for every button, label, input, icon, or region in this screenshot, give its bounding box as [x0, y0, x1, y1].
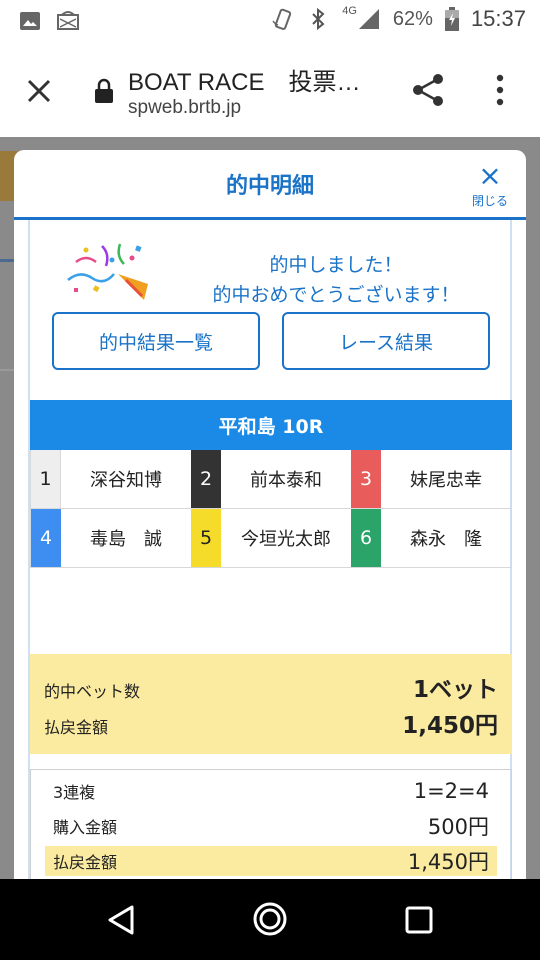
page-title[interactable]: BOAT RACE 投票…: [128, 62, 360, 97]
party-popper-icon: [67, 243, 148, 300]
battery-percent: 62%: [392, 7, 433, 30]
racer-cell: 3 妹尾忠幸: [351, 450, 511, 508]
back-icon[interactable]: [104, 903, 138, 937]
racer-name: 今垣光太郎: [241, 529, 331, 550]
detail-row: 購入金額 500円: [45, 811, 497, 841]
lane-number: 1: [31, 450, 61, 508]
url-host[interactable]: spweb.brtb.jp: [128, 97, 241, 119]
modal-close-button[interactable]: × 閉じる: [466, 162, 514, 209]
racer-name: 深谷知博: [90, 470, 162, 491]
congrats-line: 的中おめでとうございます！: [212, 284, 460, 306]
racer-row: 4 毒島 誠 5 今垣光太郎 6 森永 隆: [31, 509, 511, 568]
racer-name: 妹尾忠幸: [410, 470, 482, 491]
lane-number: 5: [191, 509, 221, 567]
hit-results-list-button[interactable]: 的中結果一覧: [52, 312, 260, 370]
hit-bets-label: 的中ベット数: [44, 682, 141, 701]
bet-combination: 1=2=4: [413, 779, 489, 803]
detail-payout-label: 払戻金額: [53, 853, 118, 872]
home-icon[interactable]: [252, 901, 288, 937]
close-label: 閉じる: [471, 194, 508, 208]
purchase-value: 500円: [427, 815, 489, 839]
clock: 15:37: [470, 6, 526, 31]
battery-charging-icon: [444, 7, 459, 31]
lane-number: 3: [351, 450, 381, 508]
race-results-button[interactable]: レース結果: [282, 312, 490, 370]
hit-bets-value: 1ベット: [412, 677, 498, 703]
summary-row: 的中ベット数 1ベット: [44, 670, 498, 704]
detail-row: 払戻金額 1,450円: [45, 846, 497, 876]
lock-icon: [95, 78, 113, 103]
detail-payout-value: 1,450円: [407, 850, 489, 874]
vibrate-icon: [272, 8, 292, 30]
close-icon[interactable]: [24, 76, 54, 106]
purchase-label: 購入金額: [53, 818, 118, 837]
bluetooth-icon: [312, 7, 325, 31]
racer-table: 1 深谷知博 2 前本泰和 3 妹尾忠幸 4 毒島 誠 5 今垣光太郎 6 森永…: [30, 450, 512, 568]
bet-detail: 3連複 1=2=4 購入金額 500円 払戻金額 1,450円: [30, 769, 512, 879]
race-title: 平和島 10R: [30, 400, 512, 450]
lane-number: 2: [191, 450, 221, 508]
lane-number: 4: [31, 509, 61, 567]
hit-summary: 的中ベット数 1ベット 払戻金額 1,450円: [30, 654, 512, 754]
status-bar: 4G 62% 15:37: [0, 0, 540, 42]
racer-name: 毒島 誠: [90, 529, 162, 550]
payout-label: 払戻金額: [44, 718, 109, 737]
racer-row: 1 深谷知博 2 前本泰和 3 妹尾忠幸: [31, 450, 511, 509]
modal-content: 的中しました！ 的中おめでとうございます！ 的中結果一覧 レース結果 平和島 1…: [28, 220, 512, 879]
signal-icon: [358, 9, 379, 29]
racer-name: 前本泰和: [250, 470, 322, 491]
racer-cell: 5 今垣光太郎: [191, 509, 351, 567]
hit-details-modal: 的中明細 × 閉じる 的中しました！ 的中おめでとうございます！ 的中結果一覧 …: [14, 150, 526, 879]
modal-title: 的中明細: [225, 174, 314, 199]
image-icon: [20, 12, 40, 30]
more-vert-icon[interactable]: [490, 72, 510, 108]
cast-icon: [57, 11, 79, 30]
congrats-message: 的中しました！ 的中おめでとうございます！: [156, 250, 516, 310]
lane-number: 6: [351, 509, 381, 567]
congrats-line: 的中しました！: [269, 254, 403, 276]
share-icon[interactable]: [410, 72, 446, 108]
close-icon: ×: [478, 159, 502, 192]
browser-toolbar: BOAT RACE 投票… spweb.brtb.jp: [0, 42, 540, 137]
racer-cell: 2 前本泰和: [191, 450, 351, 508]
detail-row: 3連複 1=2=4: [45, 776, 497, 806]
bet-type: 3連複: [53, 783, 96, 802]
payout-value: 1,450円: [402, 713, 498, 739]
summary-row: 払戻金額 1,450円: [44, 706, 498, 740]
system-nav-bar: [0, 879, 540, 960]
racer-cell: 4 毒島 誠: [31, 509, 191, 567]
racer-cell: 6 森永 隆: [351, 509, 511, 567]
recent-apps-icon[interactable]: [404, 905, 434, 935]
racer-cell: 1 深谷知博: [31, 450, 191, 508]
network-label: 4G: [342, 5, 357, 17]
racer-name: 森永 隆: [410, 529, 482, 550]
